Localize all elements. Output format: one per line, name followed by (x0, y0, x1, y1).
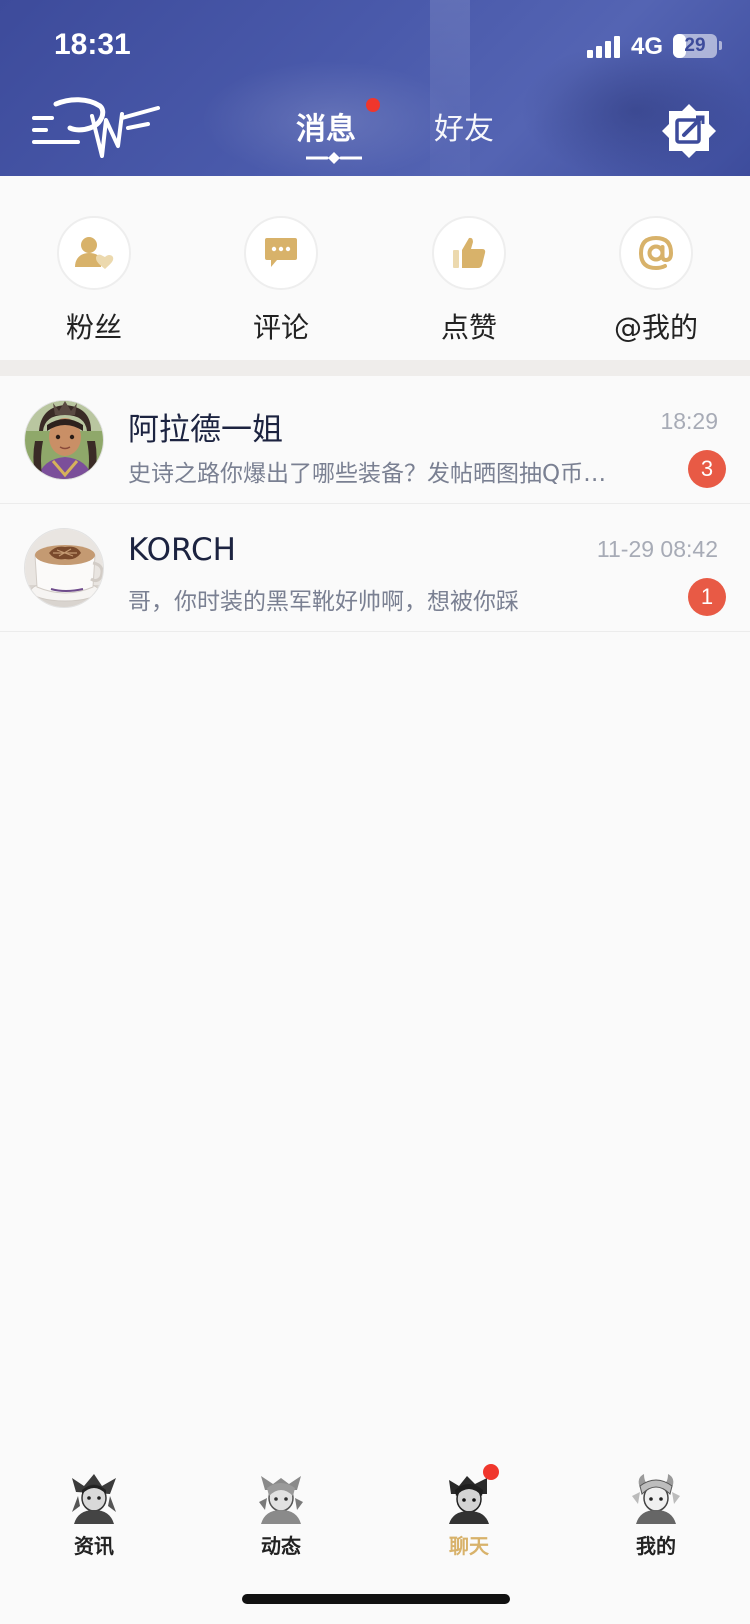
tab-messages[interactable]: 消息 (296, 98, 380, 164)
avatar (24, 528, 104, 608)
chat-character-icon (443, 1464, 499, 1524)
nav-feed-label: 动态 (261, 1534, 301, 1558)
fans-icon-circle (57, 216, 131, 290)
comment-icon-circle (244, 216, 318, 290)
conversation-name: KORCH (128, 532, 236, 568)
news-character-icon (68, 1472, 120, 1524)
menu-logo-button[interactable] (30, 94, 166, 166)
tab-messages-notification-dot (366, 98, 380, 112)
tab-active-indicator-icon (306, 152, 362, 164)
nav-item-me[interactable]: 我的 (596, 1472, 716, 1559)
conversation-name: 阿拉德一姐 (128, 412, 283, 448)
avatar-character-image (25, 401, 103, 479)
nav-chat-label: 聊天 (449, 1534, 489, 1558)
conversation-item[interactable]: 阿拉德一姐 18:29 史诗之路你爆出了哪些装备？发帖晒图抽Q币… 3 (0, 376, 750, 504)
quick-action-fans[interactable]: 粉丝 (34, 216, 154, 346)
status-time: 18:31 (54, 28, 131, 61)
me-character-icon (630, 1472, 682, 1524)
conversation-preview: 哥，你时装的黑军靴好帅啊，想被你踩 (128, 589, 519, 615)
status-bar: 18:31 4G 29 (0, 0, 750, 90)
nav-item-feed[interactable]: 动态 (221, 1472, 341, 1559)
quick-action-fans-label: 粉丝 (65, 311, 122, 344)
signal-icon (587, 36, 623, 58)
home-indicator[interactable] (242, 1594, 510, 1604)
tab-messages-label: 消息 (296, 112, 356, 147)
conversation-item[interactable]: KORCH 11-29 08:42 哥，你时装的黑军靴好帅啊，想被你踩 1 (0, 504, 750, 632)
battery-tip (719, 41, 722, 50)
quick-action-mentions[interactable]: @我的 (596, 216, 716, 346)
battery-level: 29 (684, 35, 706, 56)
nav-me-label: 我的 (636, 1534, 676, 1558)
fans-icon (75, 237, 114, 269)
nav-item-news[interactable]: 资讯 (34, 1472, 154, 1559)
edit-icon (662, 104, 716, 158)
quick-action-likes-label: 点赞 (440, 311, 497, 344)
quick-action-comments[interactable]: 评论 (221, 216, 341, 346)
quick-action-comments-label: 评论 (252, 311, 309, 344)
app-header: 18:31 4G 29 消息 好友 (0, 0, 750, 176)
section-divider (0, 360, 750, 376)
menu-logo-icon (32, 97, 160, 158)
avatar (24, 400, 104, 480)
conversation-time: 18:29 (660, 408, 718, 434)
nav-item-chat[interactable]: 聊天 (409, 1464, 529, 1559)
edit-button[interactable] (662, 104, 716, 158)
tab-friends-label: 好友 (434, 112, 494, 147)
tab-friends[interactable]: 好友 (434, 104, 494, 148)
mention-icon-circle (619, 216, 693, 290)
nav-chat-notification-dot (483, 1464, 499, 1480)
avatar-coffee-cup-image (25, 529, 103, 607)
conversation-time: 11-29 08:42 (596, 536, 718, 562)
quick-actions: 粉丝 评论 点赞 @我的 (0, 176, 750, 360)
like-icon (453, 237, 486, 268)
nav-news-label: 资讯 (74, 1534, 114, 1558)
like-icon-circle (432, 216, 506, 290)
battery-icon: 29 (673, 34, 717, 58)
mention-icon (638, 235, 674, 271)
conversation-preview: 史诗之路你爆出了哪些装备？发帖晒图抽Q币… (128, 461, 607, 487)
feed-character-icon (255, 1472, 307, 1524)
unread-badge: 1 (688, 578, 726, 616)
network-type: 4G (631, 33, 664, 60)
unread-badge: 3 (688, 450, 726, 488)
quick-action-mentions-label: @我的 (613, 311, 698, 344)
comment-icon (265, 238, 297, 267)
quick-action-likes[interactable]: 点赞 (409, 216, 529, 346)
